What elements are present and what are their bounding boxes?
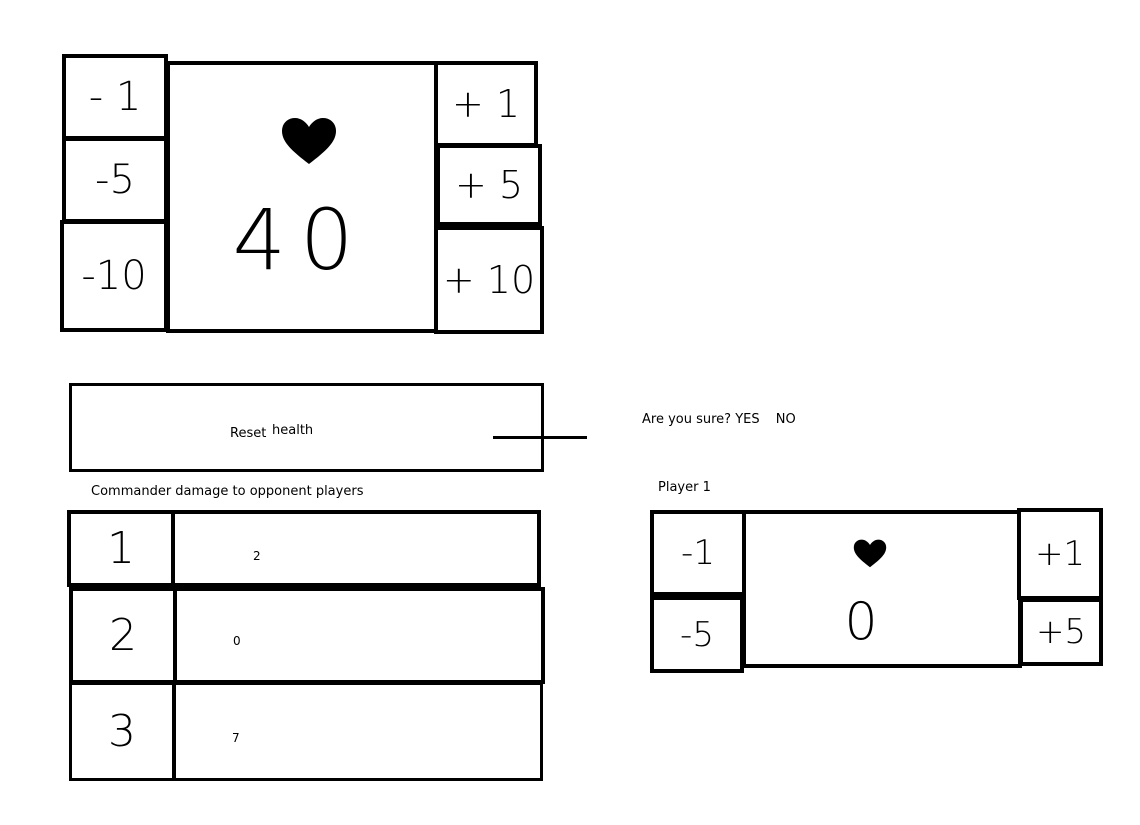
health-label: health [272,423,314,438]
plus-1-button[interactable]: + 1 [434,61,538,147]
reset-health-button[interactable]: Reset health [69,383,544,472]
player-life-total: 0 [844,592,878,652]
connector-line [493,436,587,439]
plus-10-button[interactable]: + 10 [434,226,544,334]
minus-1-label: - 1 [88,74,142,120]
minus-1-button[interactable]: - 1 [62,54,168,140]
player-number: 2 [73,591,177,680]
minus-5-button[interactable]: -5 [62,137,168,223]
player-minus-1-button[interactable]: -1 [650,510,746,596]
confirm-no-button[interactable]: NO [776,412,796,427]
plus-10-label: + 10 [442,258,536,302]
reset-label: Reset [230,426,267,441]
player-minus-1-label: -1 [681,533,715,573]
minus-5-label: -5 [95,157,135,203]
player-title: Player 1 [658,480,711,495]
commander-table: 1 2 2 0 3 7 [67,510,545,781]
player-plus-5-button[interactable]: +5 [1019,598,1103,666]
damage-value[interactable]: 2 [253,549,261,563]
player-plus-1-label: +1 [1034,534,1086,574]
heart-icon [852,539,888,569]
damage-value[interactable]: 0 [233,634,241,648]
player-number: 1 [71,514,175,583]
commander-title: Commander damage to opponent players [91,484,364,499]
minus-10-label: -10 [81,253,147,299]
confirm-yes-button[interactable]: YES [735,412,759,427]
minus-10-button[interactable]: -10 [60,220,168,332]
plus-5-label: + 5 [454,163,524,207]
player-number: 3 [72,685,176,778]
table-row[interactable]: 1 2 [67,510,541,587]
player-plus-1-button[interactable]: +1 [1017,508,1103,600]
heart-icon [280,117,338,167]
life-display: 40 [166,61,438,333]
plus-5-button[interactable]: + 5 [436,144,542,226]
life-total: 40 [232,191,368,289]
player-minus-5-label: -5 [680,614,714,655]
player-life-display: 0 [742,510,1022,668]
player-plus-5-label: +5 [1035,612,1087,652]
confirm-prompt: Are you sure? [642,412,732,427]
player-minus-5-button[interactable]: -5 [650,596,744,673]
confirm-dialog: Are you sure? YES NO [642,412,796,427]
table-row[interactable]: 2 0 [69,587,545,684]
damage-value[interactable]: 7 [232,731,240,745]
table-row[interactable]: 3 7 [69,682,543,781]
plus-1-label: + 1 [451,82,521,126]
